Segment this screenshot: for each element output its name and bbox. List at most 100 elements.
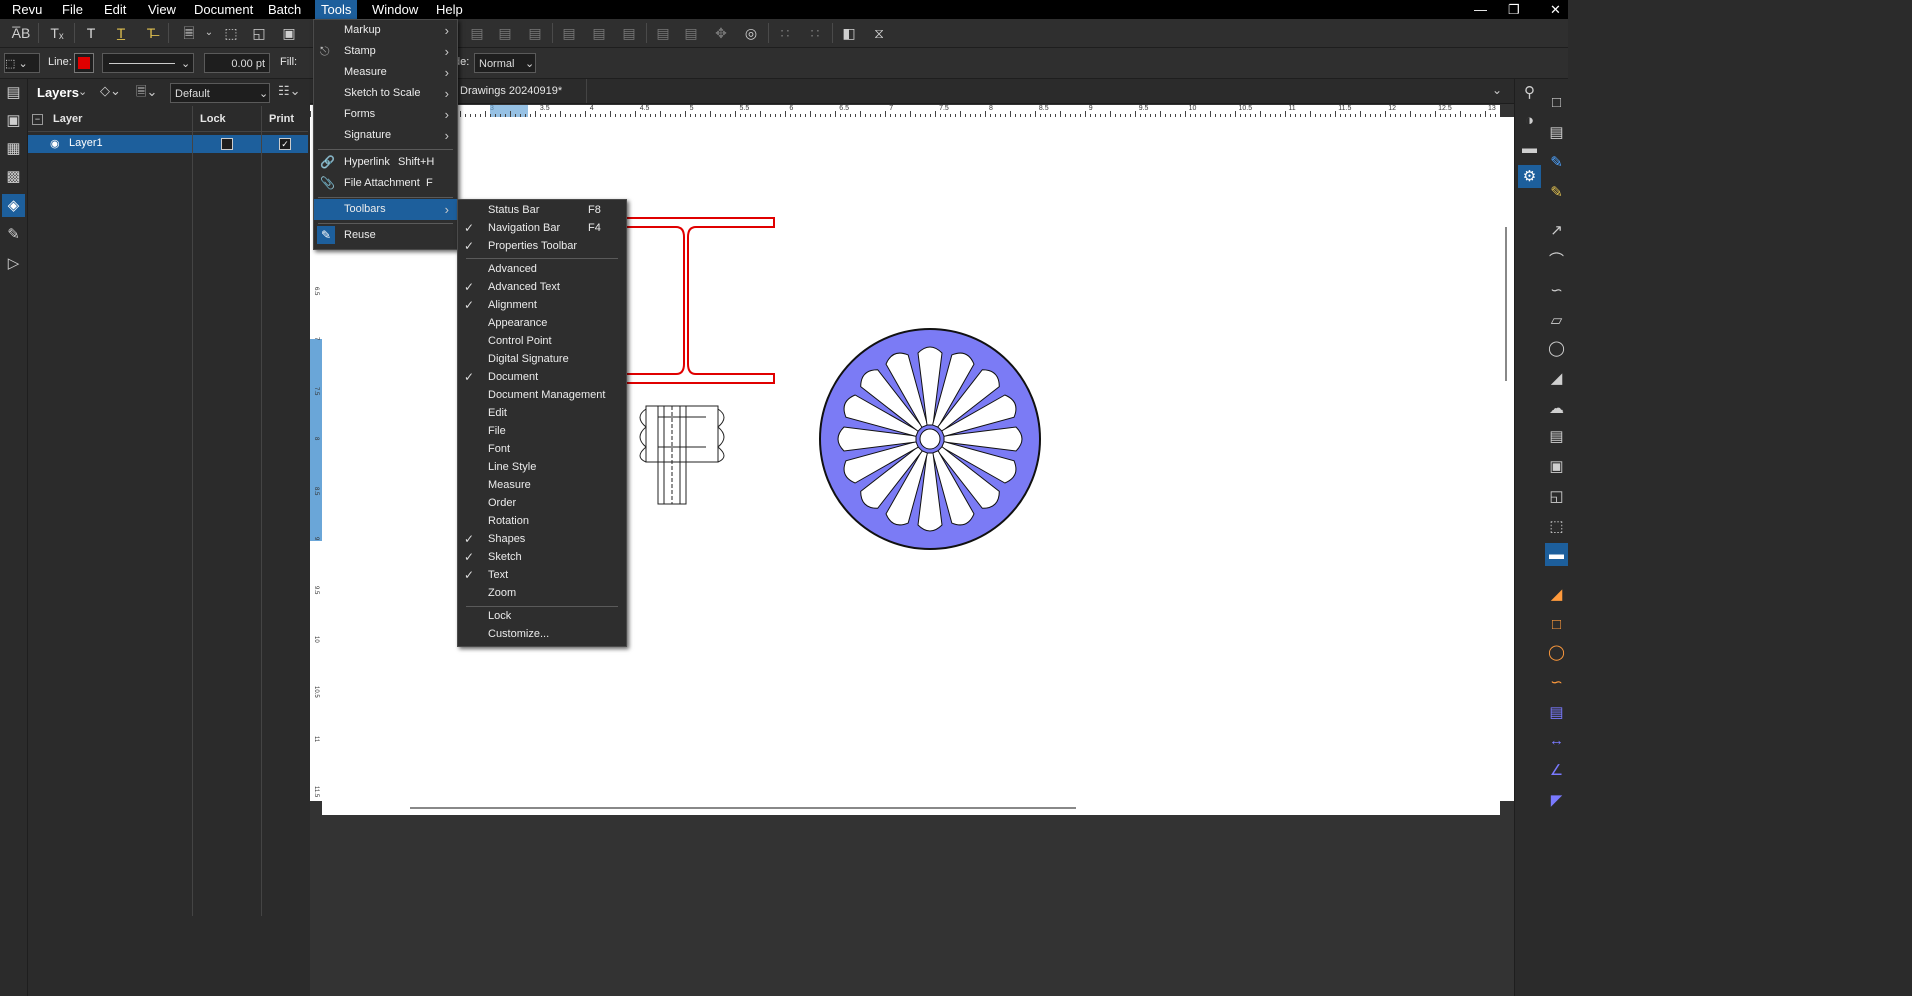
line-style-dropdown[interactable]: ⌄ [102, 53, 194, 73]
submenu-item[interactable]: Zoom [458, 583, 626, 604]
chevron-down-icon[interactable]: ⌄ [1492, 83, 1502, 97]
crop-icon[interactable]: ⬚ [220, 22, 242, 44]
col-header-print[interactable]: Print [269, 113, 294, 125]
arrow-icon[interactable]: ↗ [1545, 219, 1568, 242]
menu-file[interactable]: File [56, 0, 89, 19]
crop-rotate-icon[interactable]: ◱ [248, 22, 270, 44]
document-tab[interactable]: Drawings 20240919* [456, 79, 587, 103]
thumbnails-icon[interactable]: ▤ [2, 81, 25, 104]
select-mode-dropdown[interactable]: ⬚ ⌄ [4, 53, 40, 73]
flip-vertical-icon[interactable]: ⧖ [868, 22, 890, 44]
bookmarks-icon[interactable]: ▣ [2, 109, 25, 132]
menu-document[interactable]: Document [188, 0, 259, 19]
polygon-icon[interactable]: ◢ [1545, 367, 1568, 390]
tag-icon[interactable]: ▷ [2, 252, 25, 275]
measure-icon[interactable]: ▬ [1518, 137, 1541, 160]
menu-item-toolbars[interactable]: Toolbars › [314, 199, 457, 220]
stamp-icon[interactable]: ▤ [1545, 425, 1568, 448]
menu-item-stamp[interactable]: ⎋ Stamp › [314, 41, 457, 62]
menu-item-hyperlink[interactable]: 🔗 Hyperlink Shift+H [314, 152, 457, 173]
menu-item-signature[interactable]: Signature › [314, 125, 457, 146]
group-icon[interactable]: ∷ [774, 22, 796, 44]
flip-horizontal-icon[interactable]: ◧ [838, 22, 860, 44]
print-checkbox[interactable]: ✓ [279, 138, 291, 150]
clear-format-icon[interactable]: Tₓ [46, 22, 68, 44]
pen-icon[interactable]: ✎ [1545, 151, 1568, 174]
wheel-shape[interactable] [819, 328, 1041, 550]
table-row[interactable]: ◉ Layer1 ✓ [28, 135, 308, 153]
text-box-icon[interactable]: □ [1545, 91, 1568, 114]
menu-item-markup[interactable]: Markup › [314, 20, 457, 41]
markup-list-icon[interactable]: ◑ [1518, 109, 1541, 132]
connector-detail-shape[interactable] [639, 405, 725, 505]
signature-icon[interactable]: ✎ [2, 223, 25, 246]
menu-revu[interactable]: Revu [6, 0, 48, 19]
layer-set-dropdown[interactable]: Default ⌄ [170, 83, 270, 103]
align-center-icon[interactable]: ▤ [494, 22, 516, 44]
close-icon[interactable]: ✕ [1550, 0, 1561, 19]
align-right-icon[interactable]: ▤ [524, 22, 546, 44]
measure-length-icon[interactable]: ↔ [1545, 729, 1568, 752]
measure-ellipse-icon[interactable]: ◯ [1545, 641, 1568, 664]
restore-icon[interactable]: ❐ [1508, 0, 1520, 19]
horizontal-scrollbar[interactable] [322, 801, 1500, 815]
menu-batch[interactable]: Batch [262, 0, 307, 19]
note-icon[interactable]: ▤ [1545, 121, 1568, 144]
measure-area-icon[interactable]: ◢ [1545, 583, 1568, 606]
collapse-icon[interactable]: − [32, 114, 43, 125]
underline-text-icon[interactable]: T̲ [110, 22, 132, 44]
align-left-icon[interactable]: ▤ [466, 22, 488, 44]
col-header-layer[interactable]: Layer [53, 113, 82, 125]
scroll-thumb[interactable] [1505, 227, 1507, 381]
ruler-icon[interactable]: ▬ [1545, 543, 1568, 566]
vertical-scrollbar[interactable] [1500, 117, 1514, 801]
highlighter-icon[interactable]: ✎ [1545, 181, 1568, 204]
lock-checkbox[interactable] [221, 138, 233, 150]
spell-check-icon[interactable]: A̅B [10, 22, 32, 44]
scroll-thumb[interactable] [410, 807, 1076, 809]
eye-icon[interactable]: ◉ [50, 137, 60, 150]
settings-sliders-icon[interactable]: ☷⌄ [278, 83, 301, 99]
align-bottom-icon[interactable]: ▤ [618, 22, 640, 44]
measure-rect-icon[interactable]: □ [1545, 613, 1568, 636]
align-top-icon[interactable]: ▤ [558, 22, 580, 44]
ellipse-icon[interactable]: ◯ [1545, 337, 1568, 360]
minimize-icon[interactable]: — [1474, 0, 1487, 19]
menu-item-forms[interactable]: Forms › [314, 104, 457, 125]
strikethrough-text-icon[interactable]: T̶ [140, 22, 162, 44]
menu-tools[interactable]: Tools [315, 0, 358, 19]
menu-item-reuse[interactable]: ✎ Reuse [314, 225, 457, 246]
chevron-down-icon[interactable]: ⌄ [78, 85, 87, 98]
search-icon[interactable]: ⚲ [1518, 81, 1541, 104]
new-layer-icon[interactable]: 🗏⌄ [136, 83, 157, 105]
toolbox-icon[interactable]: ▩ [2, 165, 25, 188]
crop-icon[interactable]: ◱ [1545, 485, 1568, 508]
align-middle-icon[interactable]: ▤ [588, 22, 610, 44]
arc-icon[interactable]: ⌒ [1545, 249, 1568, 272]
select-icon[interactable]: ▣ [278, 22, 300, 44]
col-header-lock[interactable]: Lock [200, 113, 226, 125]
menu-item-sketch-to-scale[interactable]: Sketch to Scale › [314, 83, 457, 104]
cloud-icon[interactable]: ☁ [1545, 397, 1568, 420]
ungroup-icon[interactable]: ∷ [804, 22, 826, 44]
distribute-vertical-icon[interactable]: ▤ [680, 22, 702, 44]
callout-icon[interactable]: ▱ [1545, 309, 1568, 332]
i-beam-shape[interactable] [622, 217, 775, 384]
layers-icon[interactable]: ◈ [2, 194, 25, 217]
menu-help[interactable]: Help [430, 0, 469, 19]
layer-visibility-icon[interactable]: ◇⌄ [100, 83, 121, 99]
distribute-horizontal-icon[interactable]: ▤ [652, 22, 674, 44]
submenu-item[interactable]: Customize... [458, 624, 626, 645]
image-icon[interactable]: ▣ [1545, 455, 1568, 478]
chevron-down-icon[interactable]: ⌄ [198, 22, 220, 44]
menu-item-measure[interactable]: Measure › [314, 62, 457, 83]
menu-window[interactable]: Window [366, 0, 424, 19]
snapshot-icon[interactable]: ⬚ [1545, 515, 1568, 538]
line-width-input[interactable]: 0.00 pt [204, 53, 270, 73]
text-icon[interactable]: T [80, 22, 102, 44]
grid-icon[interactable]: ▦ [2, 137, 25, 160]
blend-mode-dropdown[interactable]: Normal ⌄ [474, 53, 536, 73]
move-icon[interactable]: ✥ [710, 22, 732, 44]
gear-icon[interactable]: ⚙ [1518, 165, 1541, 188]
polyline-icon[interactable]: ∽ [1545, 279, 1568, 302]
